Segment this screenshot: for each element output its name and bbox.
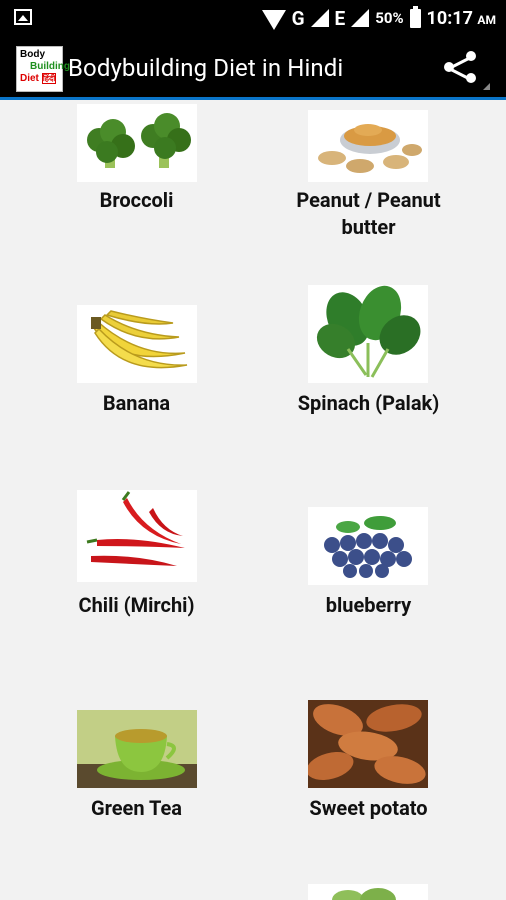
signal-icon <box>310 9 329 27</box>
chili-image <box>77 490 197 582</box>
logo-line-body: Body <box>20 49 45 60</box>
food-label-peanut: Peanut / Peanut butter <box>296 188 441 239</box>
food-label-blueberry: blueberry <box>325 593 412 617</box>
clock: 10:17 AM <box>427 8 496 29</box>
sweet-potato-image <box>308 700 428 788</box>
network-type-e: E <box>334 6 346 30</box>
share-icon-line-top <box>450 56 472 69</box>
overflow-corner-icon <box>483 83 490 90</box>
wifi-icon <box>261 9 286 30</box>
signal-icon-2 <box>351 9 370 27</box>
logo-line-building: Building <box>30 61 70 72</box>
logo-line-diet: Diet हिंदी <box>20 73 59 85</box>
food-label-broccoli: Broccoli <box>99 188 174 212</box>
green-tea-image <box>77 710 197 788</box>
app-logo[interactable]: Body Building Diet हिंदी <box>16 46 70 92</box>
food-label-sweet-potato: Sweet potato <box>309 796 428 820</box>
logo-hindi-text: हिंदी <box>41 73 57 84</box>
status-bar: G E 50% 10:17 AM <box>0 0 506 36</box>
broccoli-image <box>77 104 197 182</box>
next-food-image-partial[interactable] <box>308 884 428 900</box>
status-right: G E 50% 10:17 AM <box>261 0 496 36</box>
network-type-g: G <box>291 6 305 30</box>
spinach-image <box>308 285 428 383</box>
clock-time: 10:17 <box>426 7 473 29</box>
gallery-notification-icon <box>14 9 32 25</box>
clock-ampm: AM <box>477 12 496 27</box>
app-title: Bodybuilding Diet in Hindi <box>68 54 344 82</box>
food-label-chili: Chili (Mirchi) <box>78 593 195 617</box>
blueberry-image <box>308 507 428 585</box>
food-label-green-tea: Green Tea <box>90 796 183 820</box>
food-label-banana: Banana <box>102 391 171 415</box>
food-label-spinach: Spinach (Palak) <box>297 391 440 415</box>
share-button[interactable] <box>444 50 490 90</box>
app-bar: Body Building Diet हिंदी Bodybuilding Di… <box>0 36 506 100</box>
battery-icon <box>409 5 421 28</box>
peanut-butter-image <box>308 110 428 182</box>
logo-diet-text: Diet <box>20 73 39 84</box>
battery-percent: 50% <box>375 9 404 27</box>
banana-image <box>77 305 197 383</box>
